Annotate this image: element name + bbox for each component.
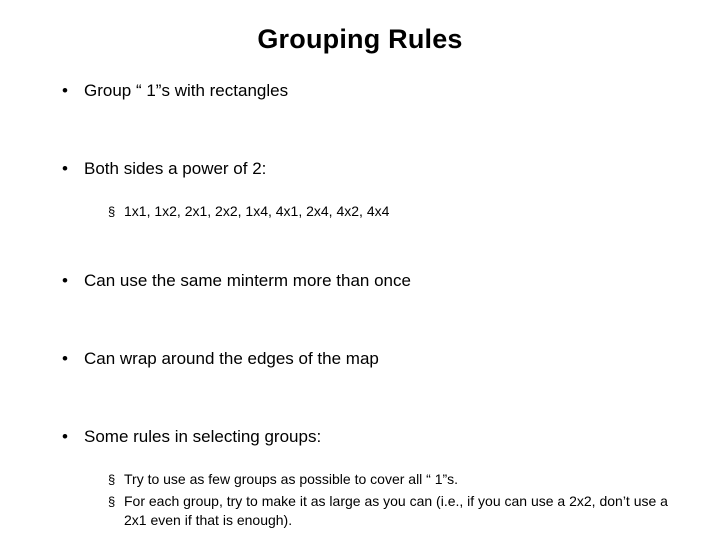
list-item-text: Group “ 1”s with rectangles [84,81,289,100]
sub-bullet-marker-icon: § [108,472,116,487]
list-item: • Can use the same minterm more than onc… [40,270,690,292]
sub-bullet-marker-icon: § [108,494,116,509]
list-item: • Can wrap around the edges of the map [40,348,690,370]
list-item-text: Can wrap around the edges of the map [84,349,379,368]
list-item: • Group “ 1”s with rectangles [40,80,690,102]
sub-bullet-marker-icon: § [108,204,116,219]
list-item-text: Some rules in selecting groups: [84,427,322,446]
list-item: § For each group, try to make it as larg… [40,492,690,530]
bullet-marker-icon: • [62,271,68,290]
bullet-marker-icon: • [62,349,68,368]
list-item: § 1x1, 1x2, 2x1, 2x2, 1x4, 4x1, 2x4, 4x2… [40,202,690,221]
slide-body: • Group “ 1”s with rectangles • Both sid… [40,80,690,533]
bullet-marker-icon: • [62,427,68,446]
list-item-text: Try to use as few groups as possible to … [124,471,459,487]
list-item-text: Both sides a power of 2: [84,159,267,178]
bullet-marker-icon: • [62,159,68,178]
list-item-text: For each group, try to make it as large … [124,493,668,528]
slide: Grouping Rules • Group “ 1”s with rectan… [0,0,720,540]
bullet-marker-icon: • [62,81,68,100]
list-item-text: 1x1, 1x2, 2x1, 2x2, 1x4, 4x1, 2x4, 4x2, … [124,203,390,219]
list-item-text: Can use the same minterm more than once [84,271,411,290]
page-title: Grouping Rules [257,24,463,54]
list-item: • Both sides a power of 2: [40,158,690,180]
list-item: § Try to use as few groups as possible t… [40,470,690,489]
list-item: • Some rules in selecting groups: [40,426,690,448]
